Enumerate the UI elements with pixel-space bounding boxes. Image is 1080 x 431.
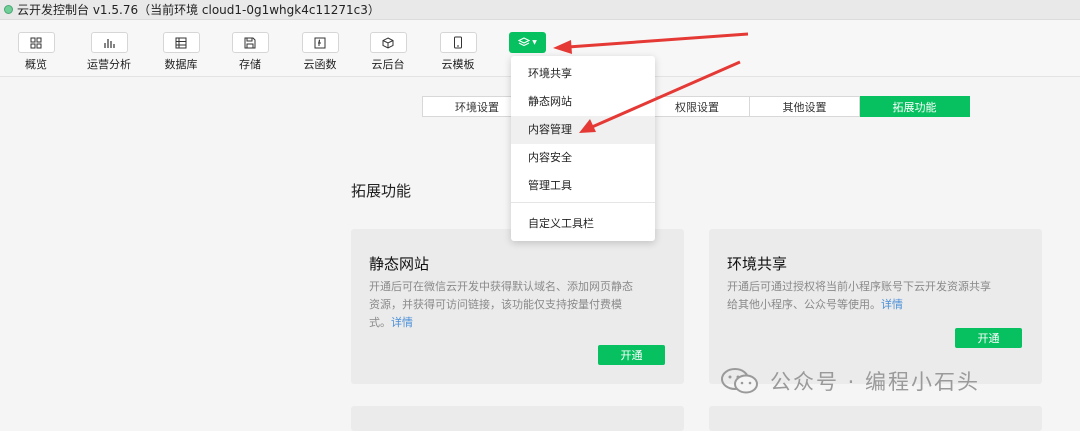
toolbar-label: 概览 xyxy=(25,58,47,71)
toolbar-label: 数据库 xyxy=(164,58,198,71)
menu-item-customize-toolbar[interactable]: 自定义工具栏 xyxy=(511,210,655,238)
chevron-down-icon: ▼ xyxy=(532,39,537,46)
window-titlebar: 云开发控制台 v1.5.76（当前环境 cloud1-0g1whgk4c1127… xyxy=(0,0,1080,20)
wechat-logo-icon xyxy=(721,368,758,394)
toolbar-label: 云模板 xyxy=(441,58,475,71)
menu-item-content-security[interactable]: 内容安全 xyxy=(511,144,655,172)
page-title: 拓展功能 xyxy=(351,182,412,200)
card-partial xyxy=(709,406,1042,431)
menu-divider xyxy=(511,202,655,203)
tab-extensions[interactable]: 拓展功能 xyxy=(860,96,970,117)
card-partial xyxy=(351,406,684,431)
window-title: 云开发控制台 v1.5.76（当前环境 cloud1-0g1whgk4c1127… xyxy=(17,2,380,17)
enable-static-website-button[interactable]: 开通 xyxy=(598,345,665,365)
tab-other-settings[interactable]: 其他设置 xyxy=(750,96,860,117)
card-description-line: 资源，并获得可访问链接，该功能仅支持按量付费模 xyxy=(369,298,622,311)
app-icon xyxy=(4,5,13,14)
more-tools-menu: 环境共享 静态网站 内容管理 内容安全 管理工具 自定义工具栏 xyxy=(511,56,655,241)
menu-item-static-website[interactable]: 静态网站 xyxy=(511,88,655,116)
watermark-text: 公众号 · 编程小石头 xyxy=(770,370,981,394)
card-environment-sharing: 环境共享 开通后可通过授权将当前小程序账号下云开发资源共享 给其他小程序、公众号… xyxy=(709,229,1042,384)
cube-icon xyxy=(369,32,407,53)
settings-tabs: 环境设置 权限设置 其他设置 拓展功能 xyxy=(422,96,970,117)
card-description-line: 式。 xyxy=(369,316,391,329)
toolbar-overview-button[interactable]: 概览 xyxy=(6,32,66,74)
more-tools-dropdown-button[interactable]: ▼ xyxy=(509,32,546,53)
card-static-website: 静态网站 开通后可在微信云开发中获得默认域名、添加网页静态 资源，并获得可访问链… xyxy=(351,229,684,384)
layers-icon xyxy=(518,37,531,47)
card-description: 开通后可通过授权将当前小程序账号下云开发资源共享 给其他小程序、公众号等使用。详… xyxy=(727,278,991,314)
toolbar-label: 云函数 xyxy=(303,58,337,71)
watermark: 公众号 · 编程小石头 xyxy=(720,366,980,396)
toolbar-functions-button[interactable]: 云函数 xyxy=(290,32,350,74)
bar-chart-icon xyxy=(90,32,128,53)
card-description-line: 给其他小程序、公众号等使用。 xyxy=(727,298,881,311)
toolbar-label: 云后台 xyxy=(371,58,405,71)
save-icon xyxy=(231,32,269,53)
details-link[interactable]: 详情 xyxy=(881,298,903,311)
enable-environment-sharing-button[interactable]: 开通 xyxy=(955,328,1022,348)
card-title: 环境共享 xyxy=(727,255,788,273)
database-icon xyxy=(162,32,200,53)
toolbar-database-button[interactable]: 数据库 xyxy=(151,32,211,74)
menu-item-management-tools[interactable]: 管理工具 xyxy=(511,172,655,200)
toolbar-label: 运营分析 xyxy=(87,58,131,71)
card-title: 静态网站 xyxy=(369,255,430,273)
toolbar-storage-button[interactable]: 存储 xyxy=(220,32,280,74)
card-description-line: 开通后可通过授权将当前小程序账号下云开发资源共享 xyxy=(727,280,991,293)
toolbar-backend-button[interactable]: 云后台 xyxy=(358,32,418,74)
toolbar-label: 存储 xyxy=(239,58,261,71)
details-link[interactable]: 详情 xyxy=(391,316,413,329)
menu-item-environment-sharing[interactable]: 环境共享 xyxy=(511,60,655,88)
menu-item-content-management[interactable]: 内容管理 xyxy=(511,116,655,144)
card-description: 开通后可在微信云开发中获得默认域名、添加网页静态 资源，并获得可访问链接，该功能… xyxy=(369,278,633,332)
card-description-line: 开通后可在微信云开发中获得默认域名、添加网页静态 xyxy=(369,280,633,293)
toolbar-analytics-button[interactable]: 运营分析 xyxy=(79,32,139,74)
grid-icon xyxy=(17,32,55,53)
toolbar-templates-button[interactable]: 云模板 xyxy=(428,32,488,74)
phone-template-icon xyxy=(439,32,477,53)
function-icon xyxy=(301,32,339,53)
